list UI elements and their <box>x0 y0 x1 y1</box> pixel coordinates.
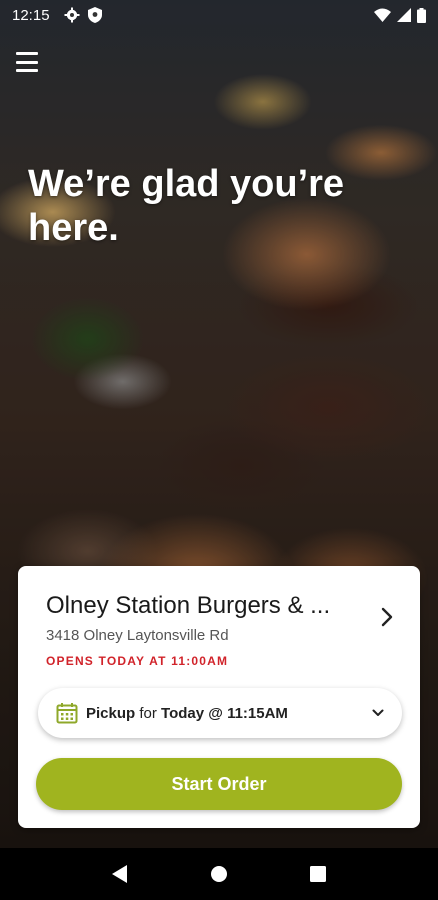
pickup-summary: Pickup for Today @ 11:15AM <box>86 705 288 722</box>
start-order-button[interactable]: Start Order <box>36 758 402 810</box>
menu-line <box>16 52 38 55</box>
shield-icon <box>87 7 102 23</box>
calendar-icon <box>56 703 78 724</box>
store-hours-status: OPENS TODAY AT 11:00AM <box>46 654 229 668</box>
welcome-line-2: here. <box>28 207 119 249</box>
status-time: 12:15 <box>12 6 50 24</box>
pickup-time-selector[interactable]: Pickup for Today @ 11:15AM <box>38 688 402 738</box>
store-name: Olney Station Burgers & ... <box>46 592 331 619</box>
store-selector[interactable]: Olney Station Burgers & ... 3418 Olney L… <box>18 566 420 672</box>
status-icons-right <box>374 7 426 23</box>
status-bar: 12:15 <box>0 0 438 30</box>
battery-icon <box>417 7 426 23</box>
back-icon[interactable] <box>106 860 134 888</box>
menu-line <box>16 60 38 64</box>
menu-line <box>16 69 38 72</box>
store-address: 3418 Olney Laytonsville Rd <box>46 627 229 644</box>
pickup-connector: for <box>139 704 157 722</box>
app-screen: 12:15 We’re glad you’re here. Olney Stat… <box>0 0 438 900</box>
welcome-heading: We’re glad you’re here. <box>28 162 388 250</box>
chevron-right-icon <box>381 607 393 627</box>
status-icons-left <box>64 7 102 23</box>
signal-icon <box>397 8 411 22</box>
welcome-line-1: We’re glad you’re <box>28 163 345 205</box>
system-nav-bar <box>0 848 438 900</box>
pickup-time: Today @ 11:15AM <box>161 704 288 722</box>
recents-icon[interactable] <box>304 860 332 888</box>
gear-icon <box>64 7 80 23</box>
store-card: Olney Station Burgers & ... 3418 Olney L… <box>18 566 420 828</box>
chevron-down-icon <box>372 709 384 716</box>
pickup-mode: Pickup <box>86 704 136 722</box>
hamburger-menu-icon[interactable] <box>14 50 40 74</box>
wifi-icon <box>374 8 391 22</box>
home-icon[interactable] <box>205 860 233 888</box>
